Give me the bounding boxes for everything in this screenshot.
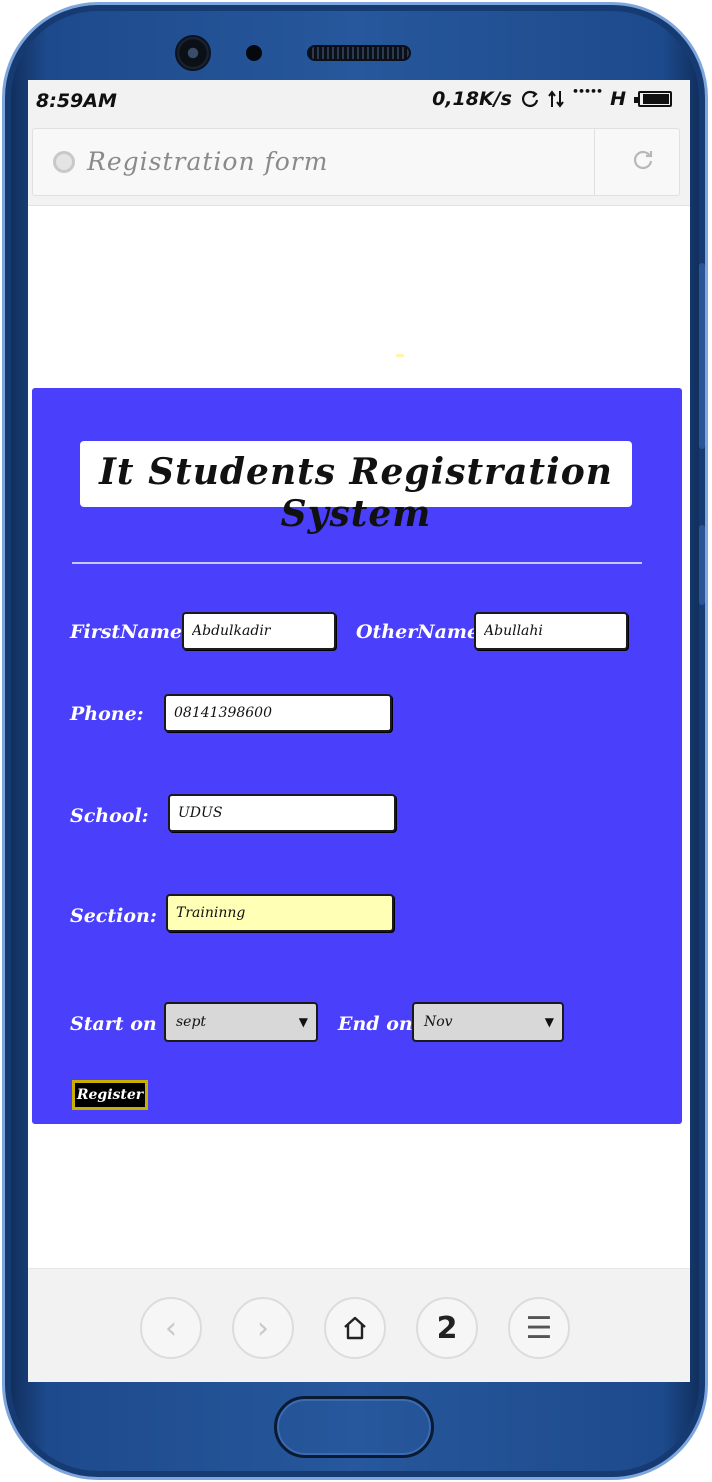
volume-button[interactable]	[699, 263, 705, 449]
browser-url-bar: Registration form	[28, 124, 690, 206]
status-time: 8:59AM	[36, 90, 117, 112]
page-title: Registration form	[87, 147, 329, 176]
network-speed: 0,18K/s	[432, 88, 512, 110]
chevron-down-icon: ▼	[298, 1015, 308, 1029]
menu-icon: ☰	[525, 1310, 553, 1346]
forward-icon: ›	[257, 1310, 269, 1346]
start-label: Start on	[70, 1013, 157, 1035]
end-label: End on	[338, 1013, 413, 1035]
section-label: Section:	[70, 905, 157, 927]
end-select[interactable]: Nov ▼	[412, 1002, 564, 1042]
othername-label: OtherName:	[356, 621, 487, 643]
form-heading: It Students Registration System	[99, 451, 613, 535]
school-input[interactable]	[168, 794, 396, 832]
reload-icon[interactable]	[629, 147, 657, 175]
address-field[interactable]: Registration form	[32, 128, 680, 196]
divider-line	[72, 562, 642, 564]
school-label: School:	[70, 805, 149, 827]
sync-icon	[521, 90, 539, 107]
front-camera	[175, 35, 211, 71]
network-type: H	[610, 88, 626, 110]
section-input[interactable]	[166, 894, 394, 932]
back-button[interactable]: ‹	[140, 1297, 202, 1359]
home-button[interactable]	[324, 1297, 386, 1359]
chevron-down-icon: ▼	[544, 1015, 554, 1029]
hardware-home-button[interactable]	[274, 1396, 434, 1458]
browser-nav-bar: ‹ › 2 ☰	[28, 1268, 690, 1382]
heading-box: It Students Registration System	[80, 441, 632, 535]
earpiece-speaker	[307, 45, 411, 61]
phone-label: Phone:	[70, 703, 144, 725]
power-button[interactable]	[699, 525, 705, 605]
end-select-value: Nov	[424, 1014, 453, 1030]
start-select-value: sept	[176, 1014, 207, 1030]
battery-icon	[634, 91, 672, 107]
forward-button[interactable]: ›	[232, 1297, 294, 1359]
phone-input[interactable]	[164, 694, 392, 732]
firstname-input[interactable]	[182, 612, 336, 650]
url-divider	[594, 129, 595, 195]
screen: 8:59AM 0,18K/s ••••• H Registration form	[28, 80, 690, 1382]
globe-icon	[53, 151, 75, 173]
signal-strength: •••••	[571, 84, 603, 98]
tabs-button[interactable]: 2	[416, 1297, 478, 1359]
proximity-sensor	[246, 45, 262, 61]
firstname-label: FirstName:	[70, 621, 190, 643]
back-icon: ‹	[165, 1310, 177, 1346]
menu-button[interactable]: ☰	[508, 1297, 570, 1359]
registration-form: It Students Registration System FirstNam…	[32, 388, 682, 1124]
data-arrows-icon	[548, 90, 564, 108]
status-indicators: 0,18K/s ••••• H	[432, 84, 672, 110]
register-button[interactable]: Register	[72, 1080, 148, 1110]
web-content: It Students Registration System FirstNam…	[28, 206, 690, 1268]
start-select[interactable]: sept ▼	[164, 1002, 318, 1042]
decorative-mark	[396, 354, 404, 357]
home-icon	[344, 1316, 366, 1340]
status-bar: 8:59AM 0,18K/s ••••• H	[28, 80, 690, 124]
tab-count: 2	[436, 1310, 458, 1346]
othername-input[interactable]	[474, 612, 628, 650]
